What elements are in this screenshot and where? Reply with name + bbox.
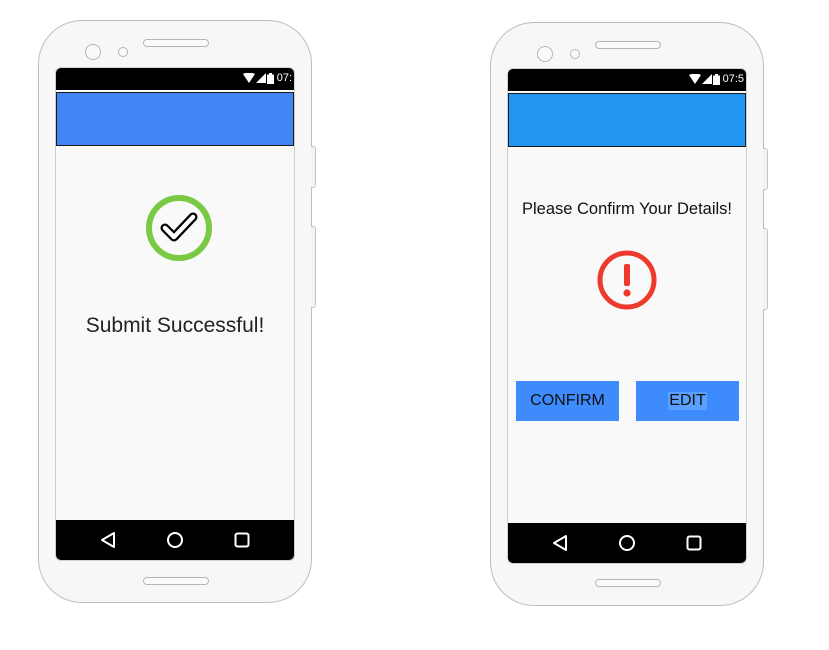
nav-back-button[interactable] xyxy=(93,525,123,555)
wifi-icon xyxy=(242,73,255,83)
power-button[interactable] xyxy=(311,146,316,188)
home-icon xyxy=(619,535,635,551)
signal-icon xyxy=(701,74,712,84)
status-time: 07: xyxy=(276,72,292,84)
navigation-bar xyxy=(508,523,746,563)
power-button[interactable] xyxy=(763,148,768,190)
proximity-sensor xyxy=(118,47,128,57)
chin-speaker xyxy=(595,579,661,587)
earpiece-speaker xyxy=(595,41,661,49)
recents-icon xyxy=(686,535,702,551)
proximity-sensor xyxy=(570,49,580,59)
app-bar xyxy=(508,93,746,147)
back-icon xyxy=(101,532,115,548)
nav-recents-button[interactable] xyxy=(227,525,257,555)
status-bar: 07:5 xyxy=(508,69,746,91)
confirm-heading: Please Confirm Your Details! xyxy=(521,200,733,218)
chin-speaker xyxy=(143,577,209,585)
phone-confirm: 07:5 Please Confirm Your Details! CONFIR… xyxy=(490,22,768,606)
nav-home-button[interactable] xyxy=(612,528,642,558)
volume-button[interactable] xyxy=(763,228,768,310)
confirm-button[interactable]: CONFIRM xyxy=(516,381,619,421)
recents-icon xyxy=(234,532,250,548)
nav-back-button[interactable] xyxy=(545,528,575,558)
nav-recents-button[interactable] xyxy=(679,528,709,558)
volume-button[interactable] xyxy=(311,226,316,308)
back-icon xyxy=(553,535,567,551)
navigation-bar xyxy=(56,520,294,560)
status-time: 07:5 xyxy=(722,73,744,85)
check-circle-icon xyxy=(146,195,212,261)
battery-icon xyxy=(712,73,720,85)
front-camera xyxy=(85,44,101,60)
battery-icon xyxy=(266,72,274,84)
canvas: 07: Submit Successful! 07:5 Please Confi… xyxy=(0,0,829,650)
earpiece-speaker xyxy=(143,39,209,47)
edit-button[interactable]: EDIT xyxy=(636,381,739,421)
wifi-icon xyxy=(688,74,701,84)
status-bar: 07: xyxy=(56,68,294,90)
home-icon xyxy=(167,532,183,548)
screen: 07:5 Please Confirm Your Details! CONFIR… xyxy=(507,68,747,564)
phone-success: 07: Submit Successful! xyxy=(38,20,316,603)
front-camera xyxy=(537,46,553,62)
exclamation-circle-icon xyxy=(597,250,657,310)
screen: 07: Submit Successful! xyxy=(55,67,295,561)
success-message: Submit Successful! xyxy=(85,314,265,337)
app-bar xyxy=(56,92,294,146)
signal-icon xyxy=(255,73,266,83)
edit-button-label: EDIT xyxy=(668,392,707,410)
nav-home-button[interactable] xyxy=(160,525,190,555)
